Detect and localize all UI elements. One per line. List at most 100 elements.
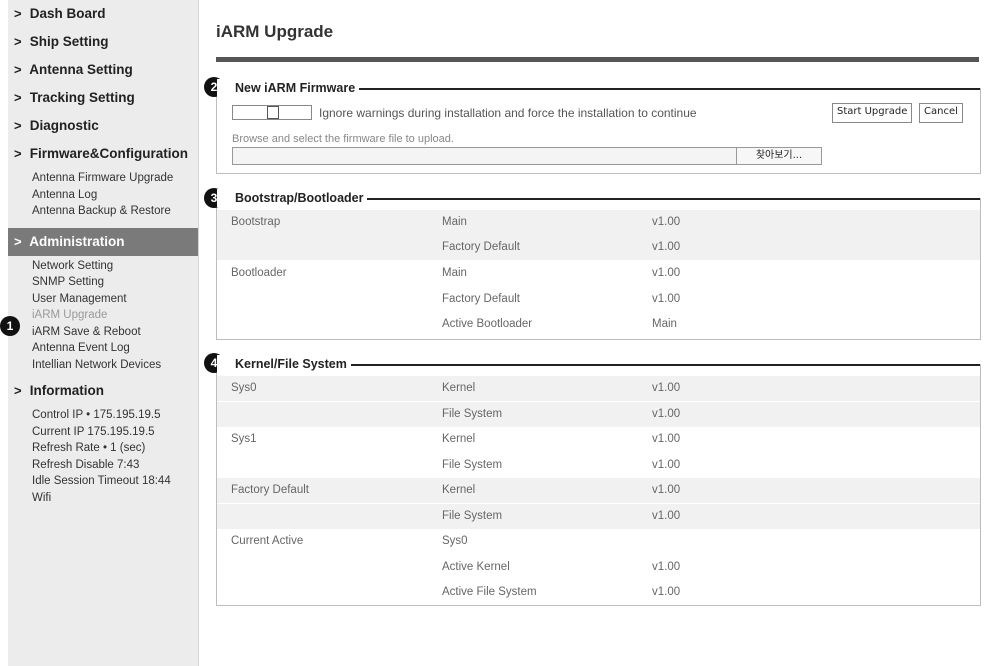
row-name: File System [442,510,503,522]
row-value: v1.00 [652,484,681,496]
nav-diagnostic[interactable]: > Diagnostic [8,112,198,140]
row-name: Kernel [442,433,476,445]
nav-tracking-setting[interactable]: > Tracking Setting [8,84,198,112]
bootstrap-panel: 3 Bootstrap/Bootloader Bootstrap Main v1.0… [204,188,981,340]
table-row: Bootstrap Main v1.00 [217,210,980,235]
sidebar-item-snmp-setting[interactable]: SNMP Setting [32,274,198,291]
nav-antenna-setting[interactable]: > Antenna Setting [8,56,198,84]
sidebar-item-iarm-save-reboot[interactable]: iARM Save & Reboot [32,324,198,341]
table-row: Bootloader Main v1.00 [217,261,980,286]
nav-firmware-configuration[interactable]: > Firmware&Configuration [8,140,198,168]
information-panel: Control IP • 175.195.19.5 Current IP 175… [8,405,198,510]
browse-hint: Browse and select the firmware file to u… [232,133,454,145]
info-current-ip: Current IP 175.195.19.5 [32,425,155,438]
row-value: v1.00 [652,382,681,394]
administration-submenu: Network Setting SNMP Setting User Manage… [8,256,198,378]
firmware-panel: 2 New iARM Firmware Ignore warnings duri… [204,77,981,174]
nav-label: Information [29,383,105,398]
nav-administration[interactable]: > Administration [8,227,198,256]
table-row: Sys1 Kernel v1.00 [217,427,980,452]
row-group: Sys0 [231,382,257,394]
section-title: New iARM Firmware [217,79,360,97]
chevron-right-icon: > [14,34,22,49]
section-title: Bootstrap/Bootloader [217,189,368,207]
chevron-right-icon: > [14,6,22,21]
ignore-toggle[interactable] [232,105,312,120]
callout-badge: 1 [0,316,20,336]
sidebar-item-user-management[interactable]: User Management [32,291,198,308]
chevron-right-icon: > [14,383,22,398]
chevron-right-icon: > [14,118,22,133]
row-value: Main [652,318,677,330]
nav-dash-board[interactable]: > Dash Board [8,0,198,28]
nav-label: Diagnostic [29,118,99,133]
row-group: Bootstrap [231,216,281,228]
table-row: Factory Default v1.00 [217,235,980,260]
info-refresh-disable: Refresh Disable 7:43 [32,458,140,471]
row-group: Factory Default [231,484,309,496]
row-name: Factory Default [442,241,520,253]
row-name: Active File System [442,586,537,598]
kernel-panel: 4 Kernel/File System Sys0 Kernel v1.00 Fil… [204,353,981,606]
sidebar-item-iarm-upgrade[interactable]: iARM Upgrade [32,307,198,324]
row-value: v1.00 [652,510,681,522]
row-value: v1.00 [652,216,681,228]
sidebar-item-intellian-network-devices[interactable]: Intellian Network Devices [32,357,198,374]
checkbox[interactable] [267,106,279,119]
title-divider [216,57,979,62]
chevron-right-icon: > [14,233,22,249]
table-row: Factory Default v1.00 [217,287,980,312]
row-value: v1.00 [652,241,681,253]
row-group: Sys1 [231,433,257,445]
row-name: File System [442,459,503,471]
row-name: Main [442,216,467,228]
ignore-warnings-label: Ignore warnings during installation and … [319,106,697,120]
row-name: Kernel [442,484,476,496]
row-name: File System [442,408,503,420]
row-group: Current Active [231,535,304,547]
row-name: Factory Default [442,293,520,305]
sidebar-item-antenna-backup-restore[interactable]: Antenna Backup & Restore [32,203,198,220]
table-row: File System v1.00 [217,453,980,478]
info-control-ip: Control IP • 175.195.19.5 [32,409,161,421]
sidebar: > Dash Board > Ship Setting > Antenna Se… [8,0,199,666]
row-name: Main [442,267,467,279]
sidebar-item-antenna-event-log[interactable]: Antenna Event Log [32,340,198,357]
nav-label: Administration [29,233,125,249]
row-value: v1.00 [652,408,681,420]
table-row: Active Kernel v1.00 [217,555,980,580]
chevron-right-icon: > [14,62,22,77]
chevron-right-icon: > [14,90,22,105]
info-refresh-rate: Refresh Rate • 1 (sec) [32,442,146,454]
nav-information[interactable]: > Information [8,377,198,405]
table-row: Active File System v1.00 [217,580,980,605]
sidebar-item-network-setting[interactable]: Network Setting [32,258,198,275]
nav-ship-setting[interactable]: > Ship Setting [8,28,198,56]
sidebar-item-antenna-firmware-upgrade[interactable]: Antenna Firmware Upgrade [32,170,198,187]
nav-label: Firmware&Configuration [29,146,189,161]
nav-label: Tracking Setting [29,90,135,105]
table-row: Sys0 Kernel v1.00 [217,376,980,401]
row-name: Active Bootloader [442,318,533,330]
row-name: Sys0 [442,535,468,547]
browse-button[interactable]: 찾아보기... [736,147,822,165]
row-value: v1.00 [652,586,681,598]
row-value: v1.00 [652,293,681,305]
cancel-button[interactable]: Cancel [919,103,963,123]
sidebar-item-antenna-log[interactable]: Antenna Log [32,187,198,204]
section-title: Kernel/File System [217,355,351,373]
start-upgrade-button[interactable]: Start Upgrade [832,103,913,123]
row-group: Bootloader [231,267,287,279]
table-row: Current Active Sys0 [217,529,980,554]
file-path-input[interactable] [232,147,738,165]
chevron-right-icon: > [14,146,22,161]
row-name: Kernel [442,382,476,394]
firmware-submenu: Antenna Firmware Upgrade Antenna Log Ant… [8,168,198,224]
nav-label: Ship Setting [29,34,109,49]
table-row: File System v1.00 [217,504,980,529]
table-row: File System v1.00 [217,402,980,427]
row-value: v1.00 [652,433,681,445]
table-row: Active Bootloader Main [217,312,980,337]
row-value: v1.00 [652,561,681,573]
nav-label: Antenna Setting [29,62,133,77]
